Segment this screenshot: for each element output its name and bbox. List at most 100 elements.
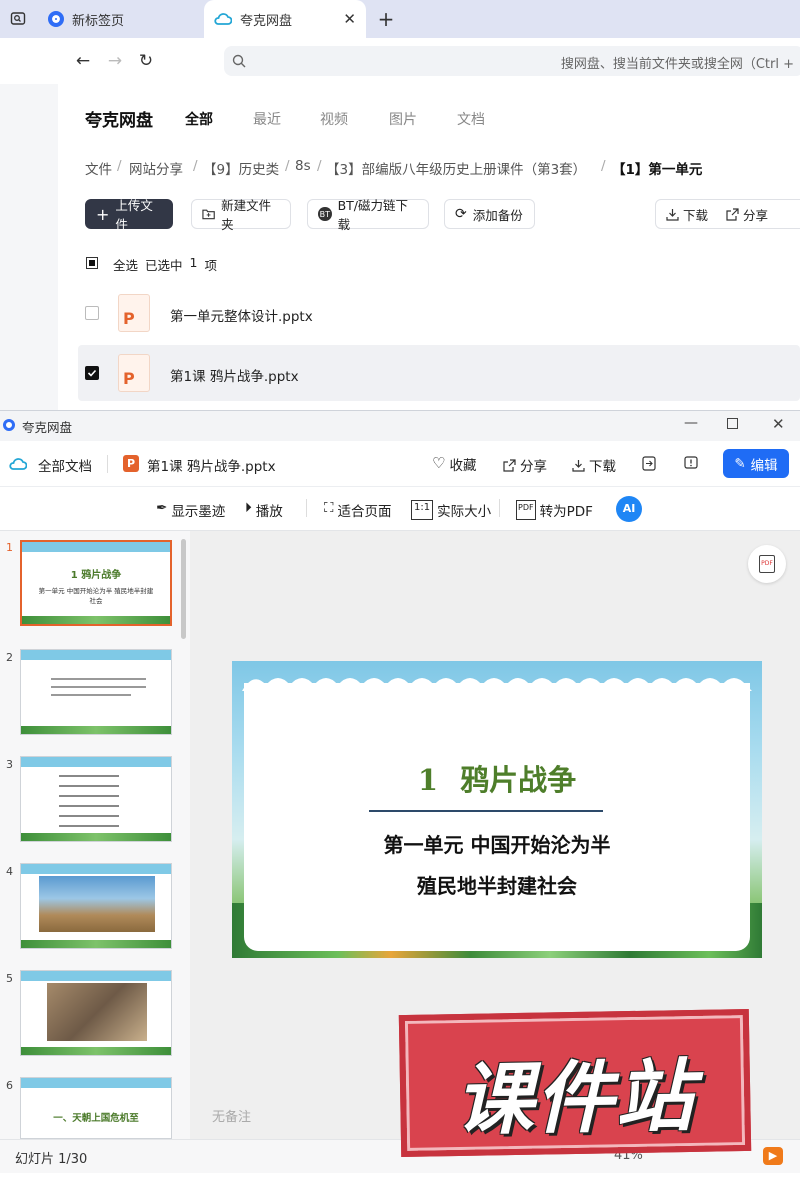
breadcrumb-item[interactable]: 文件 xyxy=(85,158,112,178)
ai-assistant-icon[interactable]: AI xyxy=(616,496,642,522)
thumb-wave-border xyxy=(21,971,171,981)
report-icon[interactable] xyxy=(684,456,698,470)
nav-image[interactable]: 图片 xyxy=(389,109,417,129)
share-button[interactable]: 分享 xyxy=(503,455,547,475)
selection-summary: 全选 已选中 1 项 xyxy=(113,255,217,274)
thumb-photo-archway xyxy=(39,876,155,932)
viewer-header-bar: 全部文档 P 第1课 鸦片战争.pptx ♡ 收藏 分享 下载 ✎ 编辑 xyxy=(0,441,800,487)
export-pdf-float-button[interactable]: PDF xyxy=(748,545,786,583)
actual-size-label: 实际大小 xyxy=(437,504,492,520)
selected-prefix: 已选中 xyxy=(145,258,183,273)
thumb-grass-border xyxy=(21,940,171,948)
slide-number: 3 xyxy=(6,758,13,771)
thumb-subtitle: 第一单元 中国开始沦为半 殖民地半封建社会 xyxy=(38,587,154,605)
download-label: 下载 xyxy=(589,459,616,475)
thumb-grass-border xyxy=(21,1047,171,1055)
selected-suffix: 项 xyxy=(204,258,217,273)
file-row-selected[interactable]: P 第1课 鸦片战争.pptx xyxy=(78,345,800,401)
file-row[interactable]: P 第一单元整体设计.pptx xyxy=(78,285,800,341)
upload-button[interactable]: + 上传文件 xyxy=(85,198,173,232)
nav-video[interactable]: 视频 xyxy=(320,109,348,129)
file-checkbox[interactable] xyxy=(85,306,99,320)
download-button[interactable]: 下载 xyxy=(572,455,616,475)
thumb-wave-border xyxy=(21,864,171,874)
nav-recent[interactable]: 最近 xyxy=(253,109,281,129)
file-checkbox-checked[interactable] xyxy=(85,366,99,380)
bt-download-button[interactable]: BT BT/磁力链下载 xyxy=(307,198,429,232)
slide-thumbnail-4[interactable] xyxy=(20,863,172,949)
search-icon xyxy=(232,54,246,68)
share-label: 分享 xyxy=(520,459,547,475)
thumb-text-line xyxy=(51,694,131,696)
slide-thumbnail-6[interactable]: 一、天朝上国危机至 xyxy=(20,1077,172,1139)
minimize-icon[interactable]: — xyxy=(684,415,698,431)
play-icon: ⏵ xyxy=(245,500,252,516)
convert-pdf-button[interactable]: PDF 转为PDF xyxy=(516,500,593,520)
select-all-label[interactable]: 全选 xyxy=(113,255,138,274)
add-backup-button[interactable]: ⟳ 添加备份 xyxy=(444,199,535,229)
watermark-text: 课件站 xyxy=(454,1051,697,1147)
forward-icon[interactable]: → xyxy=(104,50,126,72)
breadcrumb-separator: / xyxy=(601,158,606,174)
backup-label: 添加备份 xyxy=(472,207,523,223)
reload-icon[interactable]: ↻ xyxy=(135,50,157,72)
address-search-bar[interactable]: 搜网盘、搜当前文件夹或搜全网（Ctrl + xyxy=(224,46,800,76)
breadcrumb-item[interactable]: 【9】历史类 xyxy=(203,158,279,178)
pdf-icon: PDF xyxy=(759,555,775,573)
tab-search-button[interactable] xyxy=(0,0,36,38)
divider xyxy=(306,499,307,517)
share-label: 分享 xyxy=(743,207,769,223)
nav-doc[interactable]: 文档 xyxy=(457,109,485,129)
slide-number: 2 xyxy=(6,651,13,664)
new-folder-button[interactable]: 新建文件夹 xyxy=(191,198,291,232)
breadcrumb-separator: / xyxy=(117,158,122,174)
breadcrumb-item[interactable]: 网站分享 xyxy=(129,158,183,178)
slide-thumbnail-3[interactable] xyxy=(20,756,172,842)
share-icon xyxy=(726,207,739,221)
export-icon[interactable] xyxy=(642,456,656,471)
tab-close-icon[interactable]: ✕ xyxy=(343,10,356,28)
breadcrumb-item[interactable]: 8s xyxy=(295,158,311,174)
thumb-text-line xyxy=(51,678,146,680)
all-documents-link[interactable]: 全部文档 xyxy=(38,455,92,475)
favorite-label: 收藏 xyxy=(449,458,477,474)
tab-quark-drive[interactable]: 夸克网盘 ✕ xyxy=(204,0,366,38)
share-icon xyxy=(503,458,516,472)
pptx-file-icon: P xyxy=(118,294,150,332)
back-icon[interactable]: ← xyxy=(72,50,94,72)
divider xyxy=(499,499,500,517)
fit-page-button[interactable]: ⛶ 适合页面 xyxy=(324,500,391,520)
actual-size-icon: 1:1 xyxy=(411,500,434,520)
download-action[interactable]: 下载 xyxy=(666,205,708,224)
new-tab-icon[interactable]: + xyxy=(374,0,398,38)
nav-all[interactable]: 全部 xyxy=(185,109,213,129)
pptx-badge-icon: P xyxy=(123,455,139,472)
pen-icon: ✎ xyxy=(734,455,746,472)
close-icon[interactable]: ✕ xyxy=(772,415,785,433)
breadcrumb-separator: / xyxy=(193,158,198,174)
bt-icon: BT xyxy=(318,207,332,221)
edit-button[interactable]: ✎ 编辑 xyxy=(723,449,789,478)
play-button[interactable]: ⏵ 播放 xyxy=(245,500,283,520)
slide-number: 4 xyxy=(6,865,13,878)
sidebar-scrollbar[interactable] xyxy=(181,539,186,639)
notes-placeholder[interactable]: 无备注 xyxy=(212,1106,251,1125)
favorite-button[interactable]: ♡ 收藏 xyxy=(432,454,476,474)
select-all-checkbox[interactable] xyxy=(86,257,98,269)
convert-pdf-label: 转为PDF xyxy=(539,504,593,520)
slide-thumbnail-1[interactable]: 1 鸦片战争 第一单元 中国开始沦为半 殖民地半封建社会 xyxy=(20,540,172,626)
download-icon xyxy=(666,208,679,221)
breadcrumb-item[interactable]: 【3】部编版八年级历史上册课件（第3套） xyxy=(326,158,586,178)
show-ink-button[interactable]: ✒ 显示墨迹 xyxy=(156,500,225,520)
maximize-icon[interactable] xyxy=(727,418,738,429)
actual-size-button[interactable]: 1:1 实际大小 xyxy=(411,500,491,520)
pptx-file-icon: P xyxy=(118,354,150,392)
tab-new-tab[interactable]: 新标签页 xyxy=(38,0,202,38)
slide-thumbnail-2[interactable] xyxy=(20,649,172,735)
slideshow-play-icon[interactable]: ▶ xyxy=(763,1147,783,1165)
slide-card-bottom xyxy=(244,903,750,951)
slide-thumbnail-5[interactable] xyxy=(20,970,172,1056)
share-action[interactable]: 分享 xyxy=(726,205,768,224)
slide-counter: 幻灯片 1/30 xyxy=(15,1152,88,1167)
cloud-icon xyxy=(9,458,27,470)
